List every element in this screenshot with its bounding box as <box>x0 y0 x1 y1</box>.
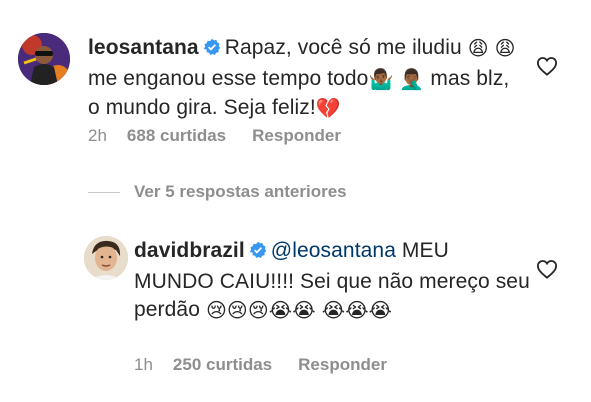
comment-text-segment: Rapaz, você só me iludiu <box>224 36 468 59</box>
emoji: 😭 <box>268 300 293 322</box>
verified-badge-icon <box>203 36 221 65</box>
comment-text-segment: me enganou esse tempo todo <box>88 66 369 90</box>
emoji: 😢 <box>226 300 248 322</box>
comment-leosantana: leosantana Rapaz, você só me iludiu 😩 😩 m… <box>88 34 518 124</box>
likes-count[interactable]: 688 curtidas <box>127 126 226 145</box>
comment-time: 1h <box>134 355 153 374</box>
emoji: 😩 <box>467 38 489 60</box>
emoji: 😭 <box>345 300 369 322</box>
emoji: 😭 <box>292 300 316 322</box>
avatar-davidbrazil[interactable] <box>84 236 128 280</box>
divider-line <box>88 192 120 194</box>
emoji: 😢 <box>205 300 227 322</box>
mention-link[interactable]: @leosantana <box>271 239 396 262</box>
emoji: 💔 <box>315 98 341 120</box>
verified-badge-icon <box>249 239 267 268</box>
likes-count[interactable]: 250 curtidas <box>173 355 272 374</box>
comment-time: 2h <box>88 126 107 145</box>
emoji: 😢 <box>247 300 269 322</box>
heart-icon[interactable] <box>536 56 558 76</box>
heart-icon[interactable] <box>536 259 558 279</box>
username-davidbrazil[interactable]: davidbrazil <box>134 239 245 262</box>
avatar-leosantana[interactable] <box>18 33 70 85</box>
emoji: 😭 <box>368 300 393 322</box>
comment-davidbrazil: davidbrazil @leosantana MEU MUNDO CAIU!!!… <box>134 237 534 326</box>
emoji: 😭 <box>321 300 346 322</box>
emoji: 😩 <box>494 38 516 60</box>
emoji: 🤦🏾‍♂️ <box>399 68 425 91</box>
comment-meta: 1h 250 curtidas Responder <box>134 355 387 375</box>
username-leosantana[interactable]: leosantana <box>88 36 199 59</box>
reply-button[interactable]: Responder <box>298 355 387 374</box>
reply-button[interactable]: Responder <box>252 126 341 145</box>
view-replies-label[interactable]: Ver 5 respostas anteriores <box>134 182 347 201</box>
emoji: 🤷🏾‍♂️ <box>368 68 394 91</box>
view-previous-replies[interactable]: Ver 5 respostas anteriores <box>88 182 347 202</box>
comment-meta: 2h 688 curtidas Responder <box>88 126 341 146</box>
